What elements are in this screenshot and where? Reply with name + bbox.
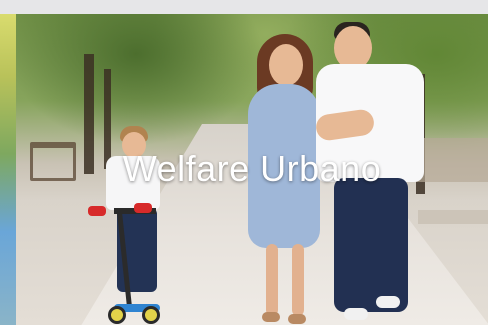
adjacent-slide-edge <box>0 14 16 325</box>
scooter-wheel-front <box>108 306 126 324</box>
woman-leg <box>266 244 278 316</box>
hero-title: Welfare Urbano <box>122 148 382 189</box>
scooter-wheel-back <box>142 306 160 324</box>
woman-leg <box>292 244 304 316</box>
scooter-grip-right <box>134 203 152 213</box>
scooter-grip-left <box>88 206 106 216</box>
man-pants <box>334 178 408 312</box>
woman-shoe <box>262 312 280 322</box>
man-shoe <box>344 308 368 320</box>
hero-banner: Welfare Urbano <box>16 14 488 325</box>
woman-shoe <box>288 314 306 324</box>
stone-ledge <box>418 210 488 224</box>
man-shoe <box>376 296 400 308</box>
woman-head <box>269 44 303 86</box>
top-strip <box>0 0 488 14</box>
